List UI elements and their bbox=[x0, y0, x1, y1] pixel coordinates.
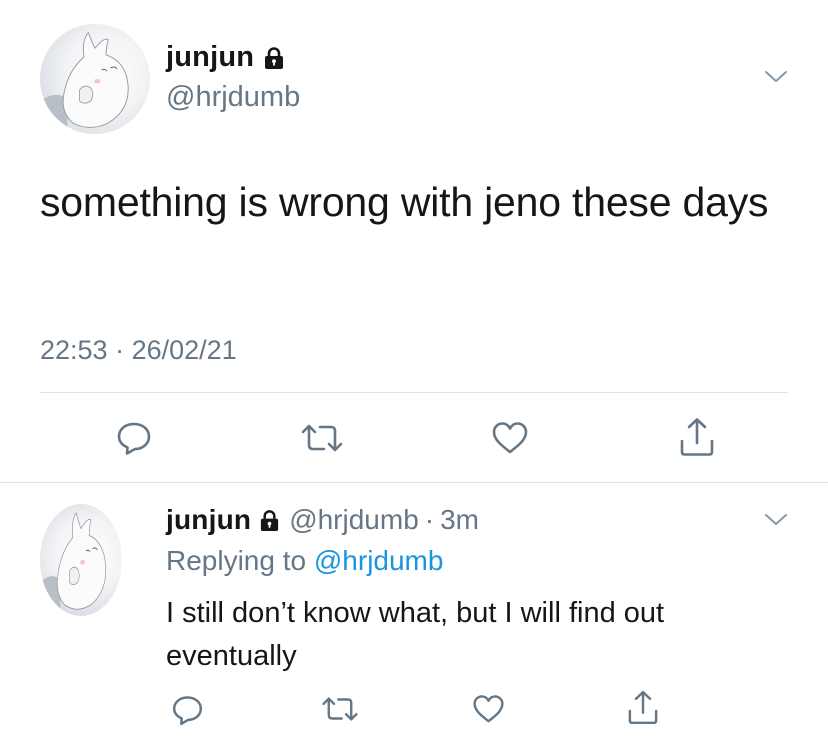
tweet-timestamp: 22:53 · 26/02/21 bbox=[40, 335, 237, 366]
retweet-icon bbox=[301, 424, 343, 452]
tweet-thread-page: junjun @hrjdumb something is wrong with … bbox=[0, 0, 828, 746]
replying-to-line: Replying to @hrjdumb bbox=[166, 545, 443, 577]
main-tweet: junjun @hrjdumb something is wrong with … bbox=[0, 0, 828, 483]
share-icon bbox=[680, 418, 714, 456]
reply-author-display-name[interactable]: junjun bbox=[166, 504, 251, 536]
share-button[interactable] bbox=[627, 690, 659, 725]
lock-icon bbox=[258, 509, 281, 532]
replying-to-link[interactable]: @hrjdumb bbox=[314, 545, 444, 576]
like-button[interactable] bbox=[472, 694, 505, 724]
tweet-text: something is wrong with jeno these days bbox=[40, 179, 769, 225]
tweet-date: 26/02/21 bbox=[131, 335, 237, 365]
meta-separator: · bbox=[424, 504, 435, 535]
author-name-row: junjun bbox=[166, 41, 286, 74]
share-button[interactable] bbox=[679, 417, 715, 457]
moomin-avatar-icon bbox=[40, 32, 129, 134]
chevron-down-icon[interactable] bbox=[764, 70, 788, 84]
share-icon bbox=[628, 690, 658, 725]
like-button[interactable] bbox=[491, 421, 529, 455]
heart-icon bbox=[473, 695, 504, 723]
author-handle[interactable]: @hrjdumb bbox=[166, 81, 300, 114]
reply-relative-time: 3m bbox=[440, 504, 480, 535]
reply-author-handle[interactable]: @hrjdumb bbox=[289, 504, 419, 536]
reply-icon bbox=[117, 422, 151, 455]
retweet-icon bbox=[322, 697, 358, 721]
reply-button[interactable] bbox=[116, 420, 152, 456]
replying-to-label: Replying to bbox=[166, 545, 307, 576]
reply-icon bbox=[172, 696, 203, 726]
moomin-avatar-icon bbox=[40, 512, 107, 616]
author-avatar[interactable] bbox=[40, 24, 150, 134]
divider bbox=[40, 392, 788, 393]
meta-separator: · bbox=[115, 335, 125, 365]
reply-text: I still don’t know what, but I will find… bbox=[166, 597, 665, 672]
tweet-time: 22:53 bbox=[40, 335, 108, 365]
reply-author-avatar[interactable] bbox=[40, 504, 122, 616]
chevron-down-icon[interactable] bbox=[764, 513, 788, 527]
lock-icon bbox=[262, 46, 286, 70]
retweet-button[interactable] bbox=[300, 423, 344, 453]
heart-icon bbox=[492, 422, 528, 454]
author-display-name[interactable]: junjun bbox=[166, 41, 254, 74]
tweet-divider bbox=[0, 482, 828, 483]
reply-author-row: junjun @hrjdumb · 3m bbox=[166, 504, 479, 536]
retweet-button[interactable] bbox=[321, 696, 359, 722]
reply-button[interactable] bbox=[171, 694, 204, 726]
